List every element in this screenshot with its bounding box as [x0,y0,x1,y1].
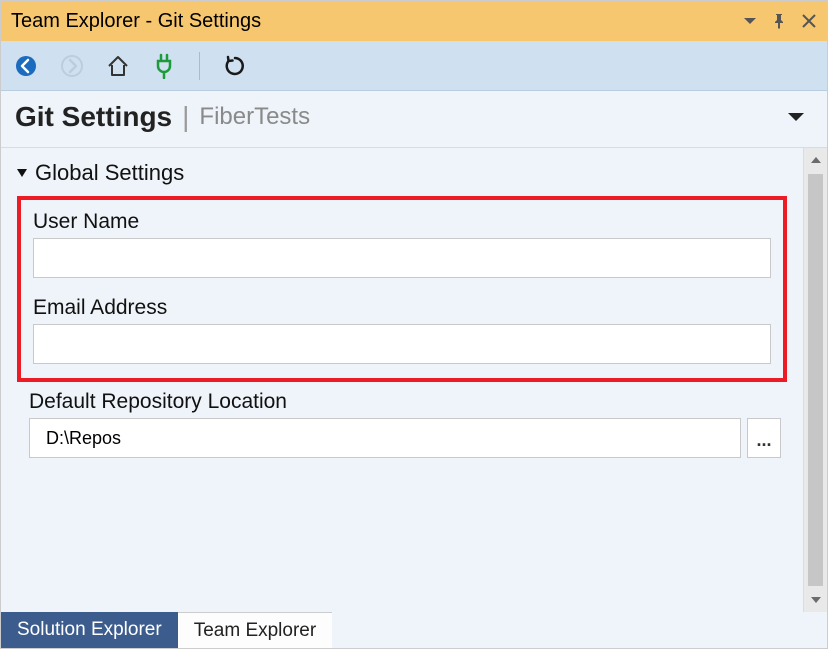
page-menu-dropdown[interactable] [779,107,813,127]
window-title: Team Explorer - Git Settings [11,10,743,33]
title-separator: | [182,101,189,133]
title-bar: Team Explorer - Git Settings [1,1,827,41]
global-settings-expander[interactable]: Global Settings [11,156,799,196]
global-settings-title: Global Settings [35,160,184,186]
tab-team-explorer-label: Team Explorer [194,620,317,642]
browse-button[interactable]: ... [747,418,781,458]
toolbar [1,41,827,91]
settings-content: Global Settings User Name Email Address … [1,148,803,612]
vertical-scrollbar[interactable] [803,148,827,612]
bottom-tab-strip: Solution Explorer Team Explorer [1,612,827,648]
team-explorer-window: Team Explorer - Git Settings [0,0,828,649]
content-area: Global Settings User Name Email Address … [1,147,827,612]
ellipsis-icon: ... [756,430,771,451]
home-button[interactable] [105,53,131,79]
close-icon[interactable] [801,13,817,29]
username-input[interactable] [33,238,771,278]
username-label: User Name [33,210,771,234]
page-header: Git Settings | FiberTests [1,91,827,147]
email-input[interactable] [33,324,771,364]
email-label: Email Address [33,296,771,320]
repo-location-label: Default Repository Location [29,390,781,414]
toolbar-divider [199,52,200,80]
scroll-down-button[interactable] [804,588,827,612]
repo-location-input[interactable] [29,418,741,458]
window-options-dropdown-icon[interactable] [743,14,757,28]
page-title: Git Settings [15,101,172,133]
plug-connect-button[interactable] [151,53,177,79]
project-name: FiberTests [199,103,310,131]
tab-solution-explorer[interactable]: Solution Explorer [1,612,178,648]
tab-solution-explorer-label: Solution Explorer [17,619,162,641]
tab-team-explorer[interactable]: Team Explorer [178,612,333,648]
scroll-up-button[interactable] [804,148,827,172]
highlight-box: User Name Email Address [17,196,787,382]
default-repo-location-group: Default Repository Location ... [29,390,781,458]
window-controls [743,13,817,29]
forward-button[interactable] [59,53,85,79]
back-button[interactable] [13,53,39,79]
expander-collapse-icon [15,166,29,180]
scroll-thumb[interactable] [808,174,823,586]
pin-icon[interactable] [771,13,787,29]
refresh-button[interactable] [222,53,248,79]
